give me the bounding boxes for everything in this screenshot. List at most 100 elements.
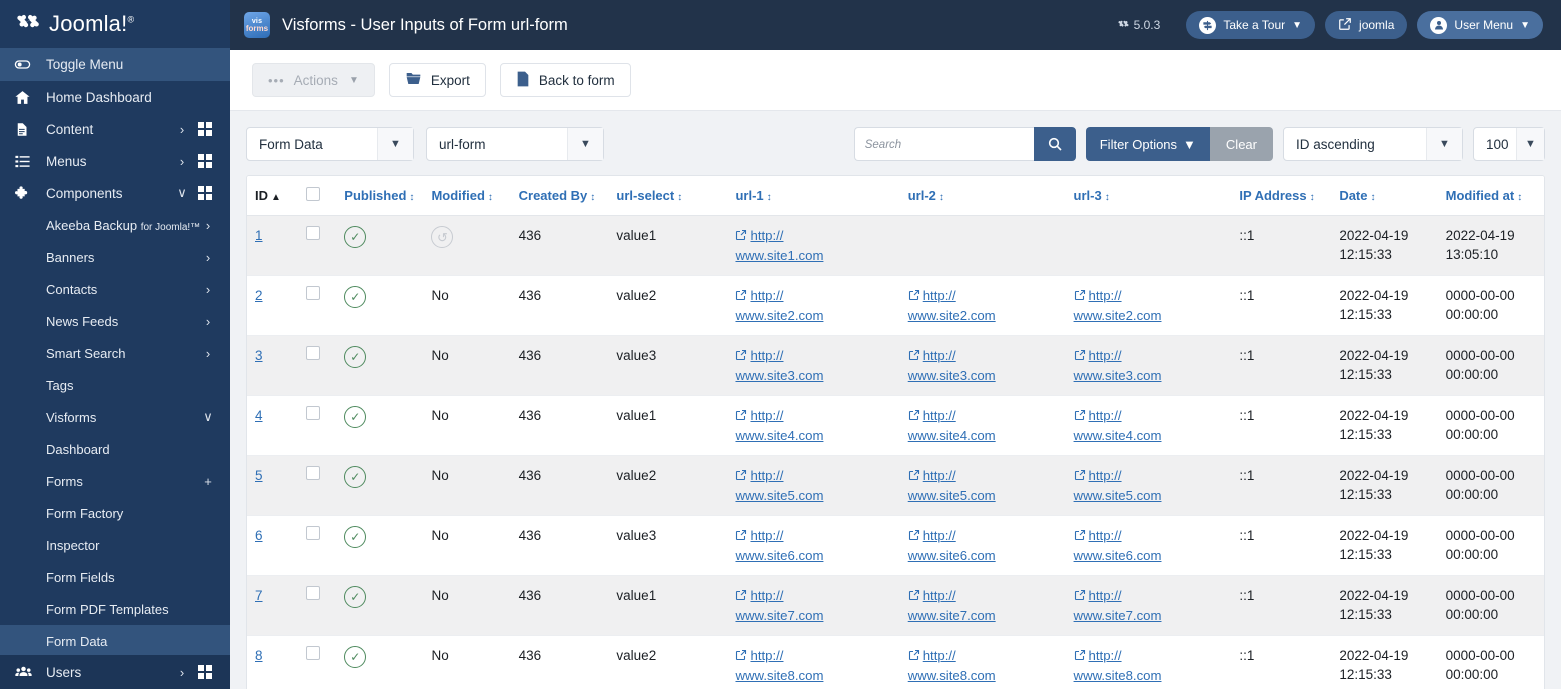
- row-checkbox[interactable]: [306, 586, 321, 600]
- url-link[interactable]: http://www.site2.com: [735, 288, 823, 323]
- column-header-url-3[interactable]: url-3 ↕: [1065, 176, 1232, 216]
- sidebar-item-menus[interactable]: Menus ›: [0, 145, 230, 177]
- published-check-icon[interactable]: ✓: [344, 586, 367, 608]
- published-check-icon[interactable]: ✓: [344, 406, 367, 428]
- plus-icon[interactable]: +: [200, 474, 216, 489]
- sidebar-item-tags[interactable]: Tags: [0, 369, 230, 401]
- url-link[interactable]: http://www.site8.com: [908, 648, 996, 683]
- search-input[interactable]: [853, 127, 1034, 161]
- grid-icon[interactable]: [194, 154, 216, 168]
- sidebar-item-akeeba-backup[interactable]: Akeeba Backup for Joomla!™ ›: [0, 209, 230, 241]
- filter-options-button[interactable]: Filter Options ▼: [1085, 127, 1210, 161]
- row-checkbox[interactable]: [306, 646, 321, 660]
- select-all-checkbox[interactable]: [306, 187, 321, 201]
- row-id-link[interactable]: 8: [255, 648, 263, 663]
- sidebar-item-banners[interactable]: Banners ›: [0, 241, 230, 273]
- row-id-link[interactable]: 1: [255, 228, 263, 243]
- column-header-ip-address[interactable]: IP Address ↕: [1231, 176, 1332, 216]
- sidebar-item-visforms[interactable]: Visforms ∨: [0, 401, 230, 433]
- user-menu-button[interactable]: User Menu ▼: [1417, 11, 1543, 39]
- row-checkbox[interactable]: [306, 526, 321, 540]
- clear-filters-button[interactable]: Clear: [1209, 127, 1273, 161]
- sidebar-item-content[interactable]: Content ›: [0, 113, 230, 145]
- column-header-url-select[interactable]: url-select ↕: [608, 176, 728, 216]
- column-header-modified-at[interactable]: Modified at ↕: [1437, 176, 1544, 216]
- published-check-icon[interactable]: ✓: [344, 466, 367, 488]
- actions-button[interactable]: ••• Actions ▼: [252, 63, 375, 97]
- row-id-link[interactable]: 6: [255, 528, 263, 543]
- url-link[interactable]: http://www.site1.com: [735, 228, 823, 263]
- joomla-site-link[interactable]: joomla: [1325, 11, 1408, 39]
- url-link[interactable]: http://www.site6.com: [735, 528, 823, 563]
- row-checkbox[interactable]: [306, 466, 321, 480]
- column-header-id[interactable]: ID ▲: [247, 176, 299, 216]
- grid-icon[interactable]: [194, 122, 216, 136]
- column-header-published[interactable]: Published ↕: [336, 176, 424, 216]
- grid-icon[interactable]: [194, 665, 216, 679]
- row-id-link[interactable]: 3: [255, 348, 263, 363]
- column-header-created-by[interactable]: Created By ↕: [510, 176, 609, 216]
- sidebar-item-form-factory[interactable]: Form Factory: [0, 497, 230, 529]
- published-check-icon[interactable]: ✓: [344, 526, 367, 548]
- url-link[interactable]: http://www.site7.com: [735, 588, 823, 623]
- row-checkbox[interactable]: [306, 346, 321, 360]
- row-id-link[interactable]: 4: [255, 408, 263, 423]
- url-link[interactable]: http://www.site4.com: [735, 408, 823, 443]
- sidebar-item-smart-search[interactable]: Smart Search ›: [0, 337, 230, 369]
- row-checkbox[interactable]: [306, 406, 321, 420]
- sidebar-item-toggle-menu[interactable]: Toggle Menu: [0, 48, 230, 81]
- url-link[interactable]: http://www.site5.com: [908, 468, 996, 503]
- url-link[interactable]: http://www.site4.com: [1074, 408, 1162, 443]
- url-link[interactable]: http://www.site5.com: [735, 468, 823, 503]
- sidebar-item-contacts[interactable]: Contacts ›: [0, 273, 230, 305]
- sort-select[interactable]: ID ascending ▼: [1283, 127, 1463, 161]
- sidebar-item-home-dashboard[interactable]: Home Dashboard: [0, 81, 230, 113]
- published-check-icon[interactable]: ✓: [344, 286, 367, 308]
- url-link[interactable]: http://www.site2.com: [908, 288, 996, 323]
- sidebar-item-form-pdf-templates[interactable]: Form PDF Templates: [0, 593, 230, 625]
- sidebar-item-news-feeds[interactable]: News Feeds ›: [0, 305, 230, 337]
- url-link[interactable]: http://www.site8.com: [735, 648, 823, 683]
- column-header-url-2[interactable]: url-2 ↕: [899, 176, 1066, 216]
- limit-select[interactable]: 100 ▼: [1473, 127, 1545, 161]
- column-header-modified[interactable]: Modified ↕: [423, 176, 511, 216]
- published-check-icon[interactable]: ✓: [344, 226, 367, 248]
- url-link[interactable]: http://www.site3.com: [735, 348, 823, 383]
- take-a-tour-button[interactable]: Take a Tour ▼: [1186, 11, 1316, 39]
- row-id-link[interactable]: 7: [255, 588, 263, 603]
- url-link[interactable]: http://www.site6.com: [908, 528, 996, 563]
- export-button[interactable]: Export: [388, 63, 486, 97]
- url-link[interactable]: http://www.site5.com: [1074, 468, 1162, 503]
- url-link[interactable]: http://www.site6.com: [1074, 528, 1162, 563]
- search-button[interactable]: [1033, 127, 1076, 161]
- url-link[interactable]: http://www.site8.com: [1074, 648, 1162, 683]
- sidebar-item-form-data[interactable]: Form Data: [0, 625, 230, 657]
- published-check-icon[interactable]: ✓: [344, 646, 367, 668]
- url-link[interactable]: http://www.site7.com: [1074, 588, 1162, 623]
- sidebar-item-forms[interactable]: Forms +: [0, 465, 230, 497]
- form-data-select[interactable]: Form Data ▼: [246, 127, 414, 161]
- sidebar-item-users[interactable]: Users ›: [0, 655, 230, 689]
- sidebar-item-form-fields[interactable]: Form Fields: [0, 561, 230, 593]
- row-checkbox[interactable]: [306, 286, 321, 300]
- row-id-link[interactable]: 2: [255, 288, 263, 303]
- visforms-logo-icon: vis forms: [244, 12, 270, 38]
- url-link[interactable]: http://www.site3.com: [908, 348, 996, 383]
- url-link[interactable]: http://www.site3.com: [1074, 348, 1162, 383]
- url-link[interactable]: http://www.site4.com: [908, 408, 996, 443]
- row-id-link[interactable]: 5: [255, 468, 263, 483]
- row-checkbox[interactable]: [306, 226, 321, 240]
- form-select[interactable]: url-form ▼: [426, 127, 604, 161]
- url-link[interactable]: http://www.site7.com: [908, 588, 996, 623]
- url-link[interactable]: http://www.site2.com: [1074, 288, 1162, 323]
- published-check-icon[interactable]: ✓: [344, 346, 367, 368]
- column-header-date[interactable]: Date ↕: [1331, 176, 1438, 216]
- sidebar-item-components[interactable]: Components ∨: [0, 177, 230, 209]
- back-to-form-button[interactable]: Back to form: [499, 63, 631, 97]
- column-header-url-1[interactable]: url-1 ↕: [727, 176, 900, 216]
- grid-icon[interactable]: [194, 186, 216, 200]
- sidebar-item-dashboard[interactable]: Dashboard: [0, 433, 230, 465]
- sidebar-item-inspector[interactable]: Inspector: [0, 529, 230, 561]
- modified-undo-icon[interactable]: ↺: [431, 226, 454, 248]
- sidebar-item-label: Form Data: [46, 633, 108, 649]
